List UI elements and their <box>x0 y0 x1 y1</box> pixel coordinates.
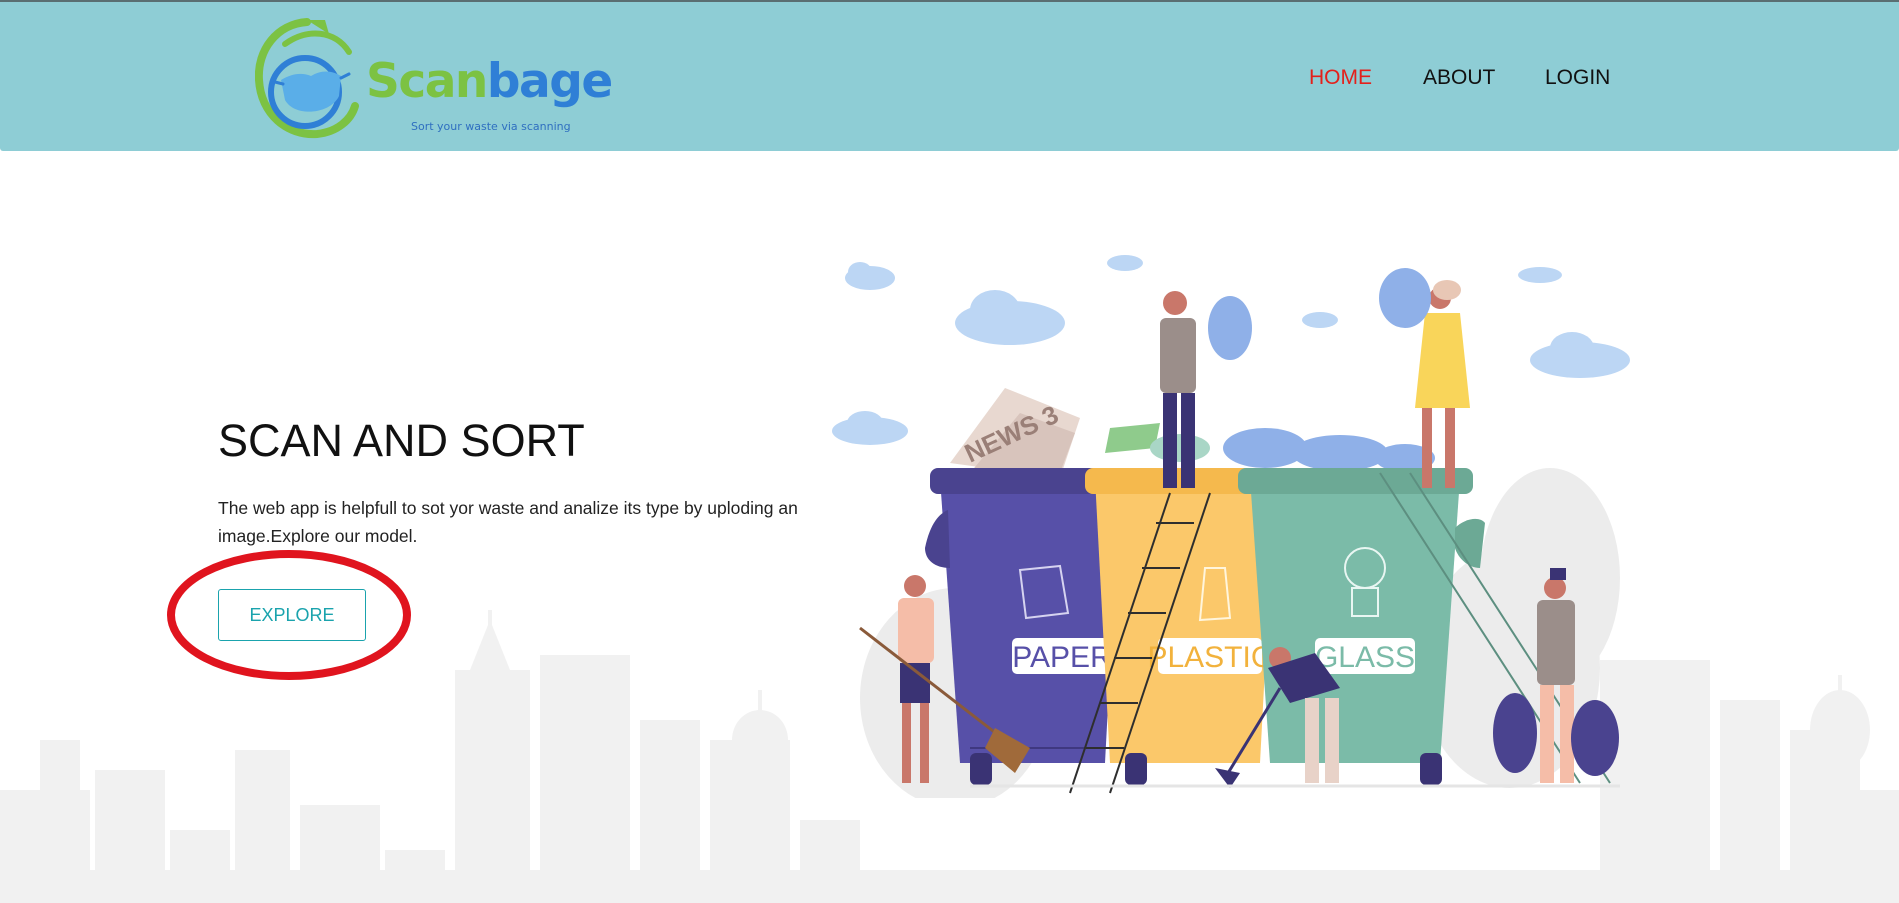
nav-about-link[interactable]: ABOUT <box>1423 66 1495 90</box>
plastic-bin-label: PLASTIC <box>1147 641 1272 674</box>
scanbage-logo[interactable]: Scanbage Sort your waste via scanning <box>255 14 613 142</box>
top-navbar: Scanbage Sort your waste via scanning HO… <box>0 0 1899 151</box>
logo-tagline: Sort your waste via scanning <box>411 120 571 133</box>
hero-description: The web app is helpfull to sot yor waste… <box>218 498 798 546</box>
glass-bin-label: GLASS <box>1315 641 1415 674</box>
recycling-bins-illustration: NEWS 3 PAPER PLASTIC GLASS <box>832 255 1630 798</box>
logo-word-scan: Scan <box>366 54 488 109</box>
nav-home-link[interactable]: HOME <box>1309 66 1372 90</box>
recycle-mask-logo-icon <box>255 18 359 139</box>
paper-bin-label: PAPER <box>1012 641 1111 674</box>
hero-title: SCAN AND SORT <box>218 415 585 466</box>
logo-wordmark: Scanbage <box>366 58 613 105</box>
explore-button[interactable]: EXPLORE <box>218 589 366 641</box>
page: Scanbage Sort your waste via scanning HO… <box>0 0 1899 903</box>
logo-word-bage: bage <box>486 54 613 109</box>
nav-login-link[interactable]: LOGIN <box>1545 66 1610 90</box>
